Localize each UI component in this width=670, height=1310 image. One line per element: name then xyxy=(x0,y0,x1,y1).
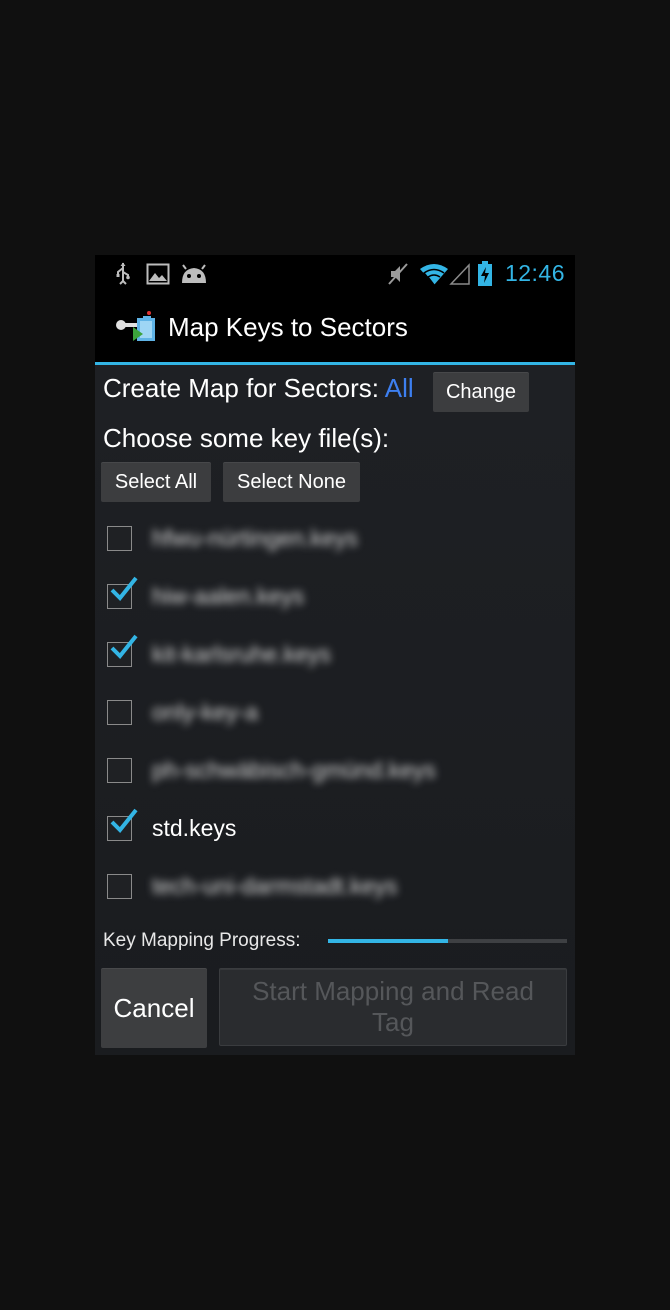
cancel-button[interactable]: Cancel xyxy=(101,968,207,1048)
key-file-checkbox[interactable] xyxy=(107,758,132,783)
key-file-label: ph-schwäbisch-gmünd.keys xyxy=(152,757,436,783)
key-files-label: Choose some key file(s): xyxy=(103,423,390,453)
cell-signal-icon xyxy=(449,261,471,287)
clock: 12:46 xyxy=(504,260,565,286)
key-file-checkbox[interactable] xyxy=(107,526,132,551)
sectors-row: Create Map for Sectors: All xyxy=(103,373,414,404)
status-bar: 12:46 xyxy=(95,255,575,293)
select-all-button[interactable]: Select All xyxy=(101,462,211,502)
key-file-label: only-key-a xyxy=(152,699,259,725)
key-file-item[interactable]: hfwu-nürtingen.keys xyxy=(95,509,575,567)
usb-icon xyxy=(113,261,133,287)
key-file-label: kit-karlsruhe.keys xyxy=(152,641,331,667)
key-file-label: hiw-aalen.keys xyxy=(152,583,305,609)
checkmark-icon xyxy=(110,808,138,833)
mute-icon xyxy=(386,261,410,287)
wifi-icon xyxy=(419,261,449,287)
key-file-item[interactable]: kit-karlsruhe.keys xyxy=(95,625,575,683)
progress-bar xyxy=(328,939,567,943)
sectors-label: Create Map for Sectors: xyxy=(103,373,379,403)
action-bar: Map Keys to Sectors xyxy=(95,293,575,365)
progress-bar-fill xyxy=(328,939,448,943)
progress-label: Key Mapping Progress: xyxy=(103,930,301,951)
key-file-checkbox[interactable] xyxy=(107,874,132,899)
key-file-label: std.keys xyxy=(152,815,237,841)
device-screen: 12:46 Map Keys to Sectors Create Map for… xyxy=(95,255,575,1055)
sectors-value: All xyxy=(384,373,414,403)
key-file-list: hfwu-nürtingen.keys hiw-aalen.keys kit-kar… xyxy=(95,509,575,915)
checkmark-icon xyxy=(110,576,138,601)
key-file-item[interactable]: ph-schwäbisch-gmünd.keys xyxy=(95,741,575,799)
android-debug-icon xyxy=(179,261,209,287)
battery-charging-icon xyxy=(477,261,493,287)
change-sectors-button[interactable]: Change xyxy=(433,372,529,412)
checkmark-icon xyxy=(110,634,138,659)
select-none-button[interactable]: Select None xyxy=(223,462,360,502)
main-content: Create Map for Sectors: All Change Choos… xyxy=(95,365,575,1055)
page-title: Map Keys to Sectors xyxy=(168,312,408,342)
key-file-label: tech-uni-darmstadt.keys xyxy=(152,873,398,899)
key-file-label: hfwu-nürtingen.keys xyxy=(152,525,358,551)
key-file-item[interactable]: hiw-aalen.keys xyxy=(95,567,575,625)
app-logo-icon[interactable] xyxy=(113,307,161,347)
key-file-checkbox[interactable] xyxy=(107,700,132,725)
key-file-item[interactable]: tech-uni-darmstadt.keys xyxy=(95,857,575,915)
key-file-item[interactable]: std.keys xyxy=(95,799,575,857)
start-mapping-button[interactable]: Start Mapping and Read Tag xyxy=(219,968,567,1046)
image-notification-icon xyxy=(145,261,171,287)
key-file-item[interactable]: only-key-a xyxy=(95,683,575,741)
